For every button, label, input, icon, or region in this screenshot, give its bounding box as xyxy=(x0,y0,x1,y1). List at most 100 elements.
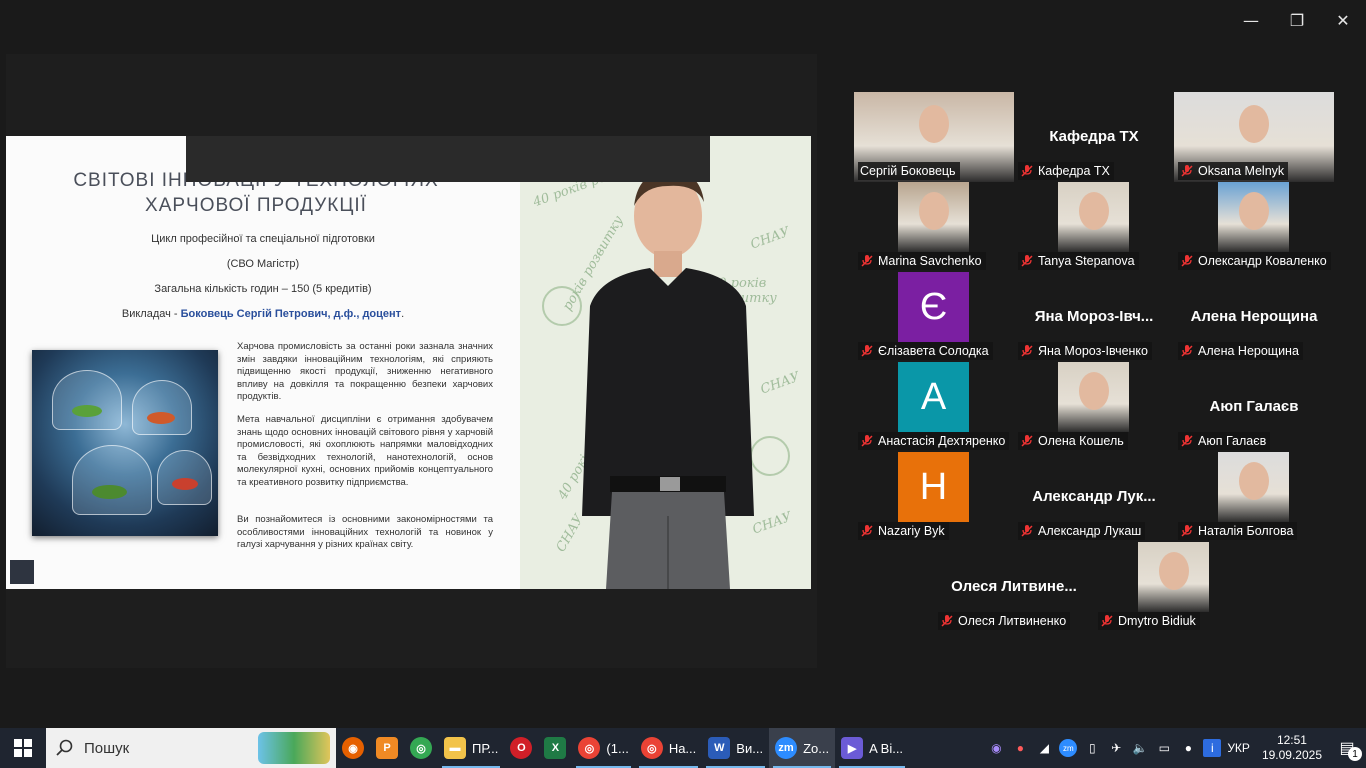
participant-tile[interactable]: Олеся Литвине... Олеся Литвиненко xyxy=(934,542,1094,632)
mute-badge-icon[interactable]: ● xyxy=(1011,739,1029,757)
participant-name-label: Marina Savchenko xyxy=(858,252,986,270)
taskbar-app-label: (1... xyxy=(606,740,629,756)
food-innovation-image xyxy=(32,350,218,536)
taskbar-app-label: На... xyxy=(668,740,697,756)
zoom-tray-icon[interactable]: zm xyxy=(1059,739,1078,757)
start-button[interactable] xyxy=(0,728,46,768)
firefox-icon: ◉ xyxy=(342,737,364,759)
participant-tile[interactable]: Oksana Melnyk xyxy=(1174,92,1334,182)
wifi-off-icon[interactable]: ✈ xyxy=(1107,739,1125,757)
media-player-icon: ▶ xyxy=(841,737,864,759)
participant-avatar-letter: А xyxy=(898,362,969,432)
face-silhouette xyxy=(1238,191,1269,230)
participant-name-label: Яна Мороз-Івченко xyxy=(1018,342,1152,360)
participant-name: Marina Savchenko xyxy=(878,254,982,268)
face-silhouette xyxy=(1158,551,1189,590)
participant-tile[interactable]: Олена Кошель xyxy=(1014,362,1174,452)
mic-muted-icon xyxy=(1101,615,1113,627)
participant-tile[interactable]: Александр Лук... Александр Лукаш xyxy=(1014,452,1174,542)
participant-tile[interactable]: Кафедра ТХ Кафедра ТХ xyxy=(1014,92,1174,182)
teacher-prefix: Викладач - xyxy=(121,308,178,320)
participant-avatar-letter: H xyxy=(898,452,969,522)
presenter-video-overlay: 40 років розвитку СНАУ 40 років розвитку… xyxy=(520,136,811,589)
mic-muted-icon xyxy=(1181,345,1193,357)
taskbar-app-excel[interactable]: X xyxy=(538,728,572,768)
chrome-icon: ◎ xyxy=(410,737,432,759)
taskbar-app-chrome-profile[interactable]: ◎ (1... xyxy=(572,728,634,768)
taskbar-app-label: Zo... xyxy=(803,740,830,756)
participant-tile[interactable]: Marina Savchenko xyxy=(854,182,1014,272)
taskbar-app-chrome[interactable]: ◎ xyxy=(404,728,438,768)
word-icon: W xyxy=(708,737,731,759)
taskbar-app-chrome-profile-k[interactable]: ◎ На... xyxy=(635,728,702,768)
participant-tile[interactable]: H Nazariy Byk xyxy=(854,452,1014,542)
participant-tile[interactable]: Олександр Коваленко xyxy=(1174,182,1334,272)
taskbar-app-file-explorer[interactable]: ▬ ПР... xyxy=(438,728,504,768)
notification-center-icon[interactable]: ▤ 1 xyxy=(1334,735,1362,761)
mic-muted-icon xyxy=(1021,345,1033,357)
excel-icon: X xyxy=(544,737,567,759)
mic-muted-icon xyxy=(861,525,873,537)
participant-display-name: Александр Лук... xyxy=(1032,488,1156,505)
participant-name-label: Tanya Stepanova xyxy=(1018,252,1139,270)
taskbar-search[interactable]: Пошук xyxy=(46,728,336,768)
participant-name: Олександр Коваленко xyxy=(1198,254,1327,268)
slide-hours: Загальна кількість годин – 150 (5 кредит… xyxy=(154,283,372,295)
shared-slide: СВІТОВІ ІННОВАЦІЇ У ТЕХНОЛОГІЯХ ХАРЧОВОЇ… xyxy=(6,136,811,589)
chrome-profile-k-icon: ◎ xyxy=(640,737,663,759)
participant-tile[interactable]: Сергій Боковець xyxy=(854,92,1014,182)
clock[interactable]: 12:51 19.09.2025 xyxy=(1256,733,1328,763)
participant-avatar-letter: Є xyxy=(898,272,969,342)
participant-tile[interactable]: Наталія Болгова xyxy=(1174,452,1334,542)
participant-name: Сергій Боковець xyxy=(860,164,956,178)
mic-muted-icon xyxy=(861,345,873,357)
participant-tile[interactable]: Аюп Галаєв Аюп Галаєв xyxy=(1174,362,1334,452)
close-button[interactable]: ✕ xyxy=(1320,0,1366,40)
battery-icon[interactable]: ▭ xyxy=(1155,739,1173,757)
slide-title-line2: ХАРЧОВОЇ ПРОДУКЦІЇ xyxy=(145,195,367,216)
participant-tile[interactable]: Алена Нерощина Алена Нерощина xyxy=(1174,272,1334,362)
viber-icon[interactable]: ◉ xyxy=(987,739,1005,757)
participant-display-name: Олеся Литвине... xyxy=(951,578,1077,595)
clock-date: 19.09.2025 xyxy=(1261,748,1322,762)
face-silhouette xyxy=(1238,461,1269,500)
participant-name-label: Аюп Галаєв xyxy=(1178,432,1271,450)
taskbar-app-firefox[interactable]: ◉ xyxy=(336,728,370,768)
language-indicator[interactable]: УКР xyxy=(1227,741,1250,755)
volume-muted-icon[interactable]: 🔈 xyxy=(1131,739,1149,757)
minimize-button[interactable]: — xyxy=(1228,0,1274,40)
taskbar-app-pdf-app[interactable]: P xyxy=(370,728,404,768)
taskbar-app-media-player[interactable]: ▶ A Ві... xyxy=(835,728,909,768)
opera-icon: O xyxy=(510,737,533,759)
mic-muted-icon xyxy=(1181,525,1193,537)
slide-paragraph-3: Ви познайомитеся із основними закономірн… xyxy=(237,514,493,550)
taskbar-apps: ◉ P ◎ ▬ ПР... O X ◎ (1... ◎ На... W Ви... zm Zo... ▶ A В… xyxy=(336,728,909,768)
participant-tile[interactable]: А Анастасія Дехтяренко xyxy=(854,362,1014,452)
participant-tile[interactable]: Tanya Stepanova xyxy=(1014,182,1174,272)
taskbar-app-opera[interactable]: O xyxy=(504,728,538,768)
taskbar-app-label: Ви... xyxy=(736,740,764,756)
info-icon[interactable]: i xyxy=(1203,739,1222,757)
mic-muted-icon xyxy=(1181,165,1193,177)
face-silhouette xyxy=(1078,191,1109,230)
taskbar-app-zoom[interactable]: zm Zo... xyxy=(769,728,836,768)
mic-muted-icon xyxy=(1021,255,1033,267)
microphone-icon[interactable]: ● xyxy=(1179,739,1197,757)
face-silhouette xyxy=(1078,371,1109,410)
slide-teacher: Викладач - Боковець Сергій Петрович, д.ф… xyxy=(6,308,520,320)
participant-name: Алена Нерощина xyxy=(1198,344,1299,358)
participant-tile[interactable]: Є Єлізавета Солодка xyxy=(854,272,1014,362)
restore-button[interactable]: ❐ xyxy=(1274,0,1320,40)
participant-tile[interactable]: Яна Мороз-Івч... Яна Мороз-Івченко xyxy=(1014,272,1174,362)
network-icon[interactable]: ◢ xyxy=(1035,739,1053,757)
taskbar-app-word[interactable]: W Ви... xyxy=(702,728,769,768)
participant-photo xyxy=(1138,542,1209,612)
usb-icon[interactable]: ▯ xyxy=(1083,739,1101,757)
notification-count: 1 xyxy=(1348,747,1362,761)
participant-name: Аюп Галаєв xyxy=(1198,434,1267,448)
participant-name-label: Олена Кошель xyxy=(1018,432,1128,450)
participant-photo xyxy=(1058,362,1129,432)
taskbar-app-label: A Ві... xyxy=(869,740,904,756)
participant-tile[interactable]: Dmytro Bidiuk xyxy=(1094,542,1254,632)
face-silhouette xyxy=(918,191,949,230)
